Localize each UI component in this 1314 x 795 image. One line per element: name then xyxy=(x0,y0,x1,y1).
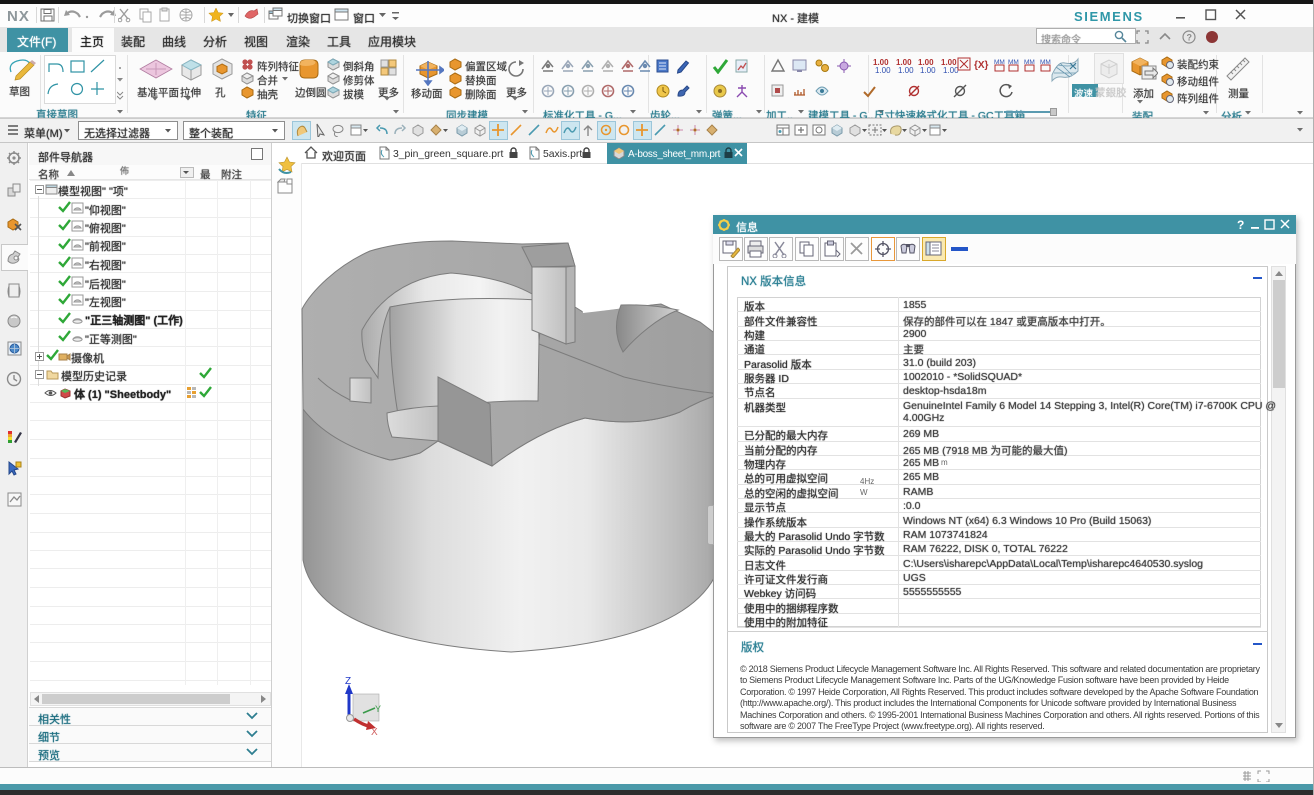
svg-text:1.00: 1.00 xyxy=(898,66,914,75)
svg-text:1.00: 1.00 xyxy=(920,66,936,75)
svg-text:?: ? xyxy=(1187,33,1193,43)
svg-text:?: ? xyxy=(1237,218,1244,231)
svg-text:X: X xyxy=(371,727,378,738)
svg-text:1.00: 1.00 xyxy=(875,66,891,75)
svg-text:Z: Z xyxy=(345,676,351,687)
svg-text:Y: Y xyxy=(375,704,381,714)
svg-text:{X}: {X} xyxy=(974,60,989,71)
